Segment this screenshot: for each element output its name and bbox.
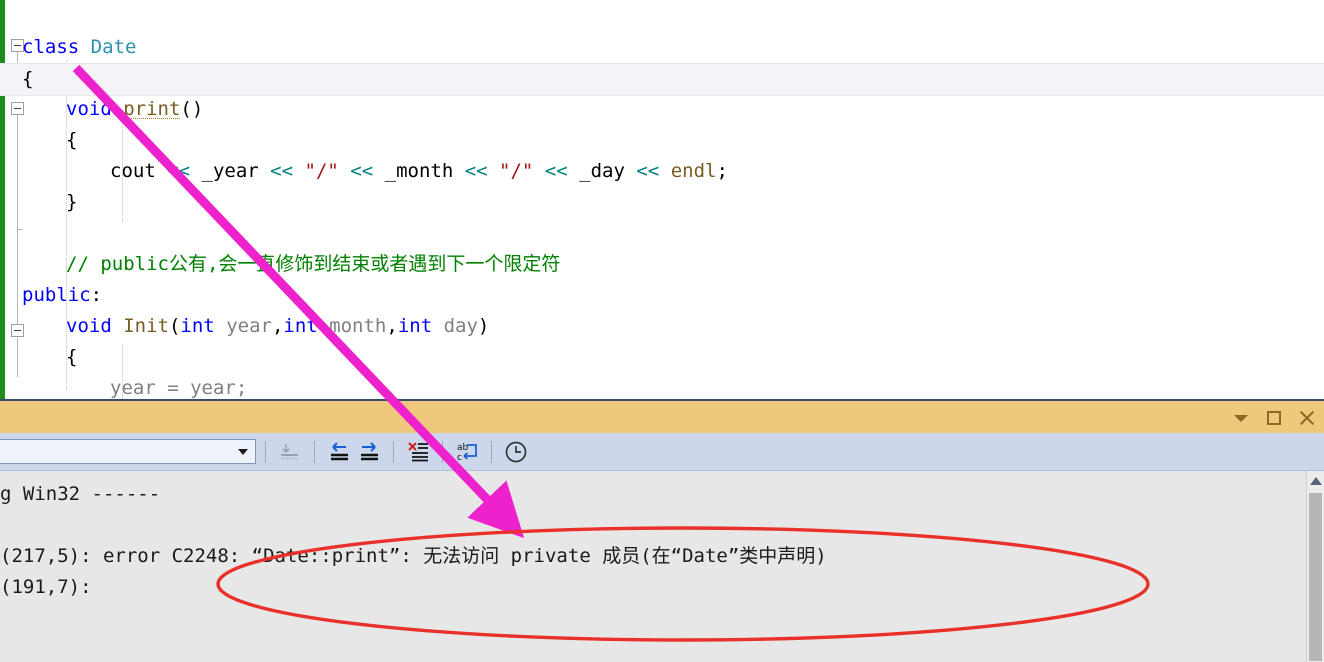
toggle-word-wrap-icon[interactable]: ab c bbox=[452, 438, 482, 466]
svg-text:ab: ab bbox=[457, 443, 469, 453]
code-token: _year bbox=[190, 160, 271, 182]
code-line: year = year; bbox=[0, 373, 1324, 399]
code-token: Date bbox=[90, 36, 137, 58]
code-token: year = year; bbox=[110, 377, 248, 399]
toolbar-separator bbox=[491, 440, 492, 463]
code-line: class Date bbox=[0, 32, 1324, 63]
go-to-source-icon[interactable] bbox=[275, 438, 305, 466]
output-line: (217,5): error C2248: “Date::print”: 无法访… bbox=[0, 545, 827, 567]
code-token: cout bbox=[110, 160, 168, 182]
code-token: year bbox=[214, 315, 272, 337]
toolbar-separator bbox=[442, 440, 443, 463]
scrollbar-thumb[interactable] bbox=[1309, 493, 1322, 661]
code-token: ; bbox=[716, 160, 728, 182]
code-token: , bbox=[271, 315, 284, 337]
code-token: month bbox=[317, 315, 387, 337]
toolbar-separator bbox=[393, 440, 394, 463]
output-pane[interactable]: g Win32 ------ (217,5): error C2248: “Dat… bbox=[0, 471, 1324, 662]
output-line: (191,7): bbox=[0, 576, 92, 598]
code-token: << bbox=[464, 160, 488, 182]
output-line: g Win32 ------ bbox=[0, 483, 161, 505]
code-token: { bbox=[22, 68, 34, 90]
code-line: { bbox=[0, 342, 1324, 373]
maximize-icon[interactable] bbox=[1265, 409, 1283, 427]
code-token: , bbox=[386, 315, 398, 337]
code-token: ) bbox=[477, 315, 490, 337]
code-token: : bbox=[90, 284, 103, 306]
next-message-icon[interactable] bbox=[354, 438, 384, 466]
code-line: } bbox=[0, 187, 1324, 218]
code-token: ( bbox=[168, 315, 181, 337]
code-token: "/" bbox=[304, 160, 339, 182]
code-line: { bbox=[0, 63, 1324, 96]
show-output-from-select[interactable] bbox=[0, 439, 256, 464]
code-token: public bbox=[22, 284, 91, 306]
code-token: day bbox=[432, 315, 478, 337]
code-line: void Init(int year,int month,int day) bbox=[0, 311, 1324, 342]
code-token: _day bbox=[567, 160, 637, 182]
chevron-down-icon bbox=[238, 449, 248, 455]
code-token: int bbox=[180, 315, 215, 337]
code-token: int bbox=[283, 315, 318, 337]
code-token: << bbox=[544, 160, 568, 182]
code-token: _month bbox=[373, 160, 465, 182]
code-token: endl bbox=[670, 160, 717, 182]
code-line: void print() bbox=[0, 94, 1324, 125]
code-token: << bbox=[636, 160, 660, 182]
code-token: void bbox=[66, 315, 124, 337]
output-window[interactable]: ab c g Win32 ------ (217,5): error C2248:… bbox=[0, 399, 1324, 662]
toolbar-separator bbox=[265, 440, 266, 463]
code-token: { bbox=[66, 346, 78, 368]
previous-message-icon[interactable] bbox=[324, 438, 354, 466]
scroll-up-arrow-icon[interactable] bbox=[1310, 477, 1322, 485]
code-token: << bbox=[167, 160, 191, 182]
code-token: << bbox=[270, 160, 294, 182]
code-token: { bbox=[66, 129, 78, 151]
toolbar-separator bbox=[314, 440, 315, 463]
code-token: "/" bbox=[499, 160, 534, 182]
code-line: // public公有,会一直修饰到结束或者遇到下一个限定符 bbox=[0, 249, 1324, 280]
clear-all-icon[interactable] bbox=[403, 438, 433, 466]
code-token: () bbox=[180, 98, 204, 120]
code-token: int bbox=[397, 315, 433, 337]
code-token: // public公有,会一直修饰到结束或者遇到下一个限定符 bbox=[66, 253, 561, 275]
output-toolbar[interactable]: ab c bbox=[0, 433, 1324, 471]
chevron-down-icon[interactable] bbox=[1232, 409, 1250, 427]
code-token: } bbox=[66, 191, 78, 213]
svg-text:c: c bbox=[457, 453, 462, 463]
code-line: cout << _year << "/" << _month << "/" <<… bbox=[0, 156, 1324, 187]
code-token: class bbox=[22, 36, 91, 58]
show-output-from-icon[interactable] bbox=[501, 438, 531, 466]
code-line: public: bbox=[0, 280, 1324, 311]
code-token: void bbox=[66, 98, 124, 120]
code-line: { bbox=[0, 125, 1324, 156]
close-icon[interactable] bbox=[1298, 409, 1316, 427]
code-token: Init bbox=[123, 315, 169, 337]
code-token: << bbox=[350, 160, 374, 182]
code-editor[interactable]: class Date{void print(){cout << _year <<… bbox=[0, 0, 1324, 399]
output-scrollbar[interactable] bbox=[1306, 471, 1324, 662]
output-window-titlebar bbox=[0, 399, 1324, 433]
code-token: print bbox=[123, 98, 181, 120]
